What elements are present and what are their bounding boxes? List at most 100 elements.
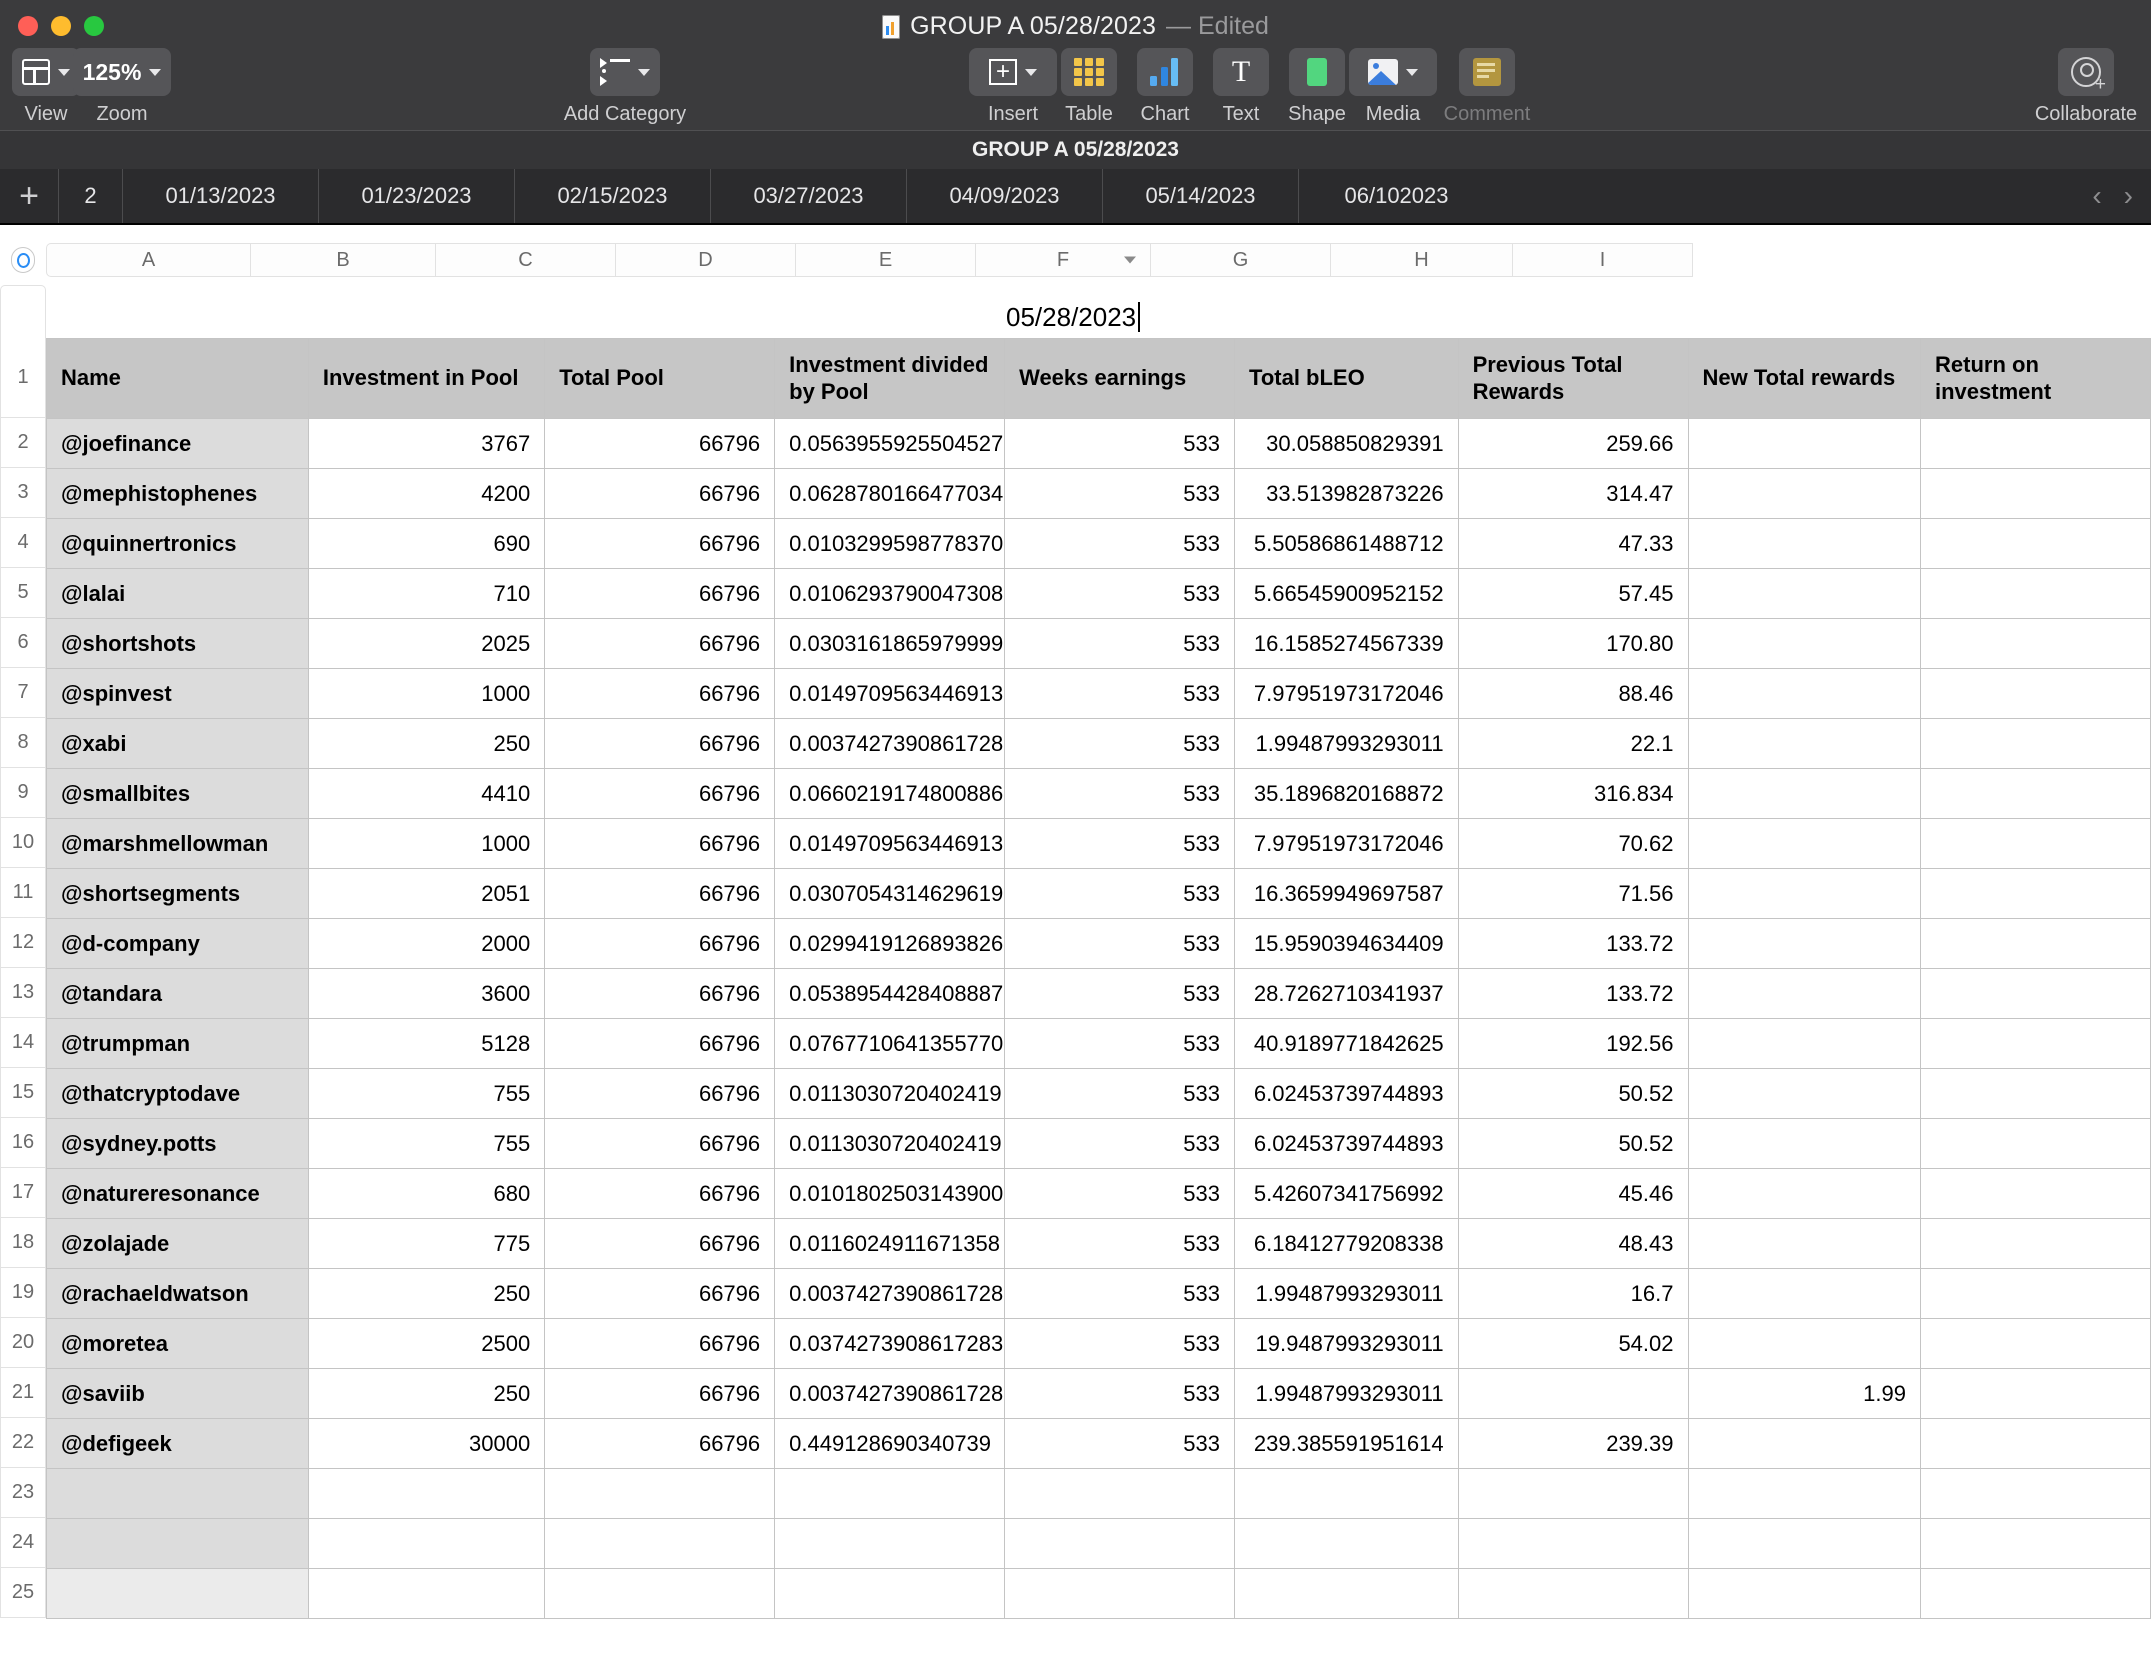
cell-weeks[interactable]: 533 — [1004, 518, 1236, 569]
row-header-10[interactable]: 10 — [0, 818, 46, 868]
cell-new[interactable] — [1687, 1468, 1921, 1519]
cell-pool[interactable]: 66796 — [544, 1368, 776, 1419]
cell-name[interactable]: @natureresonance — [46, 1168, 309, 1219]
cell-divided[interactable]: 0.0106293790047308 — [774, 568, 1006, 619]
cell-divided[interactable]: 0.0299419126893826 — [774, 918, 1006, 969]
cell-investment[interactable]: 755 — [307, 1118, 546, 1169]
row-header-9[interactable]: 9 — [0, 768, 46, 818]
row-header-3[interactable]: 3 — [0, 468, 46, 518]
cell-prev[interactable]: 71.56 — [1457, 868, 1689, 919]
cell-name[interactable]: @shortshots — [46, 618, 309, 669]
cell-name[interactable]: @saviib — [46, 1368, 309, 1419]
cell-investment[interactable]: 250 — [307, 1368, 546, 1419]
cell-bleo[interactable]: 15.9590394634409 — [1234, 918, 1459, 969]
sheet-tab-0[interactable]: 2 — [58, 169, 122, 223]
cell-bleo[interactable] — [1234, 1518, 1459, 1569]
cell-new[interactable] — [1687, 468, 1921, 519]
row-header-7[interactable]: 7 — [0, 668, 46, 718]
cell-prev[interactable] — [1457, 1568, 1689, 1619]
cell-name[interactable] — [46, 1518, 309, 1569]
cell-pool[interactable]: 66796 — [544, 1418, 776, 1469]
cell-investment[interactable] — [307, 1568, 546, 1619]
cell-divided[interactable]: 0.0113030720402419 — [774, 1118, 1006, 1169]
media-button[interactable]: Media — [1349, 48, 1437, 126]
cell-divided[interactable]: 0.0037427390861728 — [774, 718, 1006, 769]
row-header-23[interactable]: 23 — [0, 1468, 46, 1518]
row-header-13[interactable]: 13 — [0, 968, 46, 1018]
sheet-date-title-cell[interactable]: 05/28/2023 — [46, 295, 2151, 339]
cell-prev[interactable]: 259.66 — [1457, 418, 1689, 469]
cell-pool[interactable] — [544, 1468, 776, 1519]
cell-divided[interactable]: 0.0660219174800886 — [774, 768, 1006, 819]
cell-divided[interactable]: 0.0103299598778370 — [774, 518, 1006, 569]
cell-pool[interactable]: 66796 — [544, 418, 776, 469]
cell-pool[interactable]: 66796 — [544, 868, 776, 919]
cell-pool[interactable]: 66796 — [544, 1018, 776, 1069]
insert-button[interactable]: Insert — [969, 48, 1057, 126]
cell-prev[interactable]: 22.1 — [1457, 718, 1689, 769]
cell-bleo[interactable]: 35.1896820168872 — [1234, 768, 1459, 819]
table-select-handle[interactable] — [0, 243, 46, 277]
cell-prev[interactable] — [1457, 1368, 1689, 1419]
shape-button[interactable]: Shape — [1279, 48, 1355, 126]
cell-name[interactable]: @thatcryptodave — [46, 1068, 309, 1119]
cell-prev[interactable] — [1457, 1518, 1689, 1569]
table-button[interactable]: Table — [1051, 48, 1127, 126]
cell-roi[interactable] — [1920, 568, 2151, 619]
cell-divided[interactable] — [774, 1518, 1006, 1569]
cell-prev[interactable]: 133.72 — [1457, 918, 1689, 969]
cell-roi[interactable] — [1920, 768, 2151, 819]
row-header-14[interactable]: 14 — [0, 1018, 46, 1068]
cell-weeks[interactable]: 533 — [1004, 768, 1236, 819]
cell-bleo[interactable]: 7.97951973172046 — [1234, 668, 1459, 719]
row-header-15[interactable]: 15 — [0, 1068, 46, 1118]
cell-investment[interactable]: 4410 — [307, 768, 546, 819]
cell-new[interactable] — [1687, 1268, 1921, 1319]
table-column-header-4[interactable]: Weeks earnings — [1004, 338, 1236, 419]
cell-prev[interactable]: 316.834 — [1457, 768, 1689, 819]
cell-name[interactable]: @defigeek — [46, 1418, 309, 1469]
cell-name[interactable]: @marshmellowman — [46, 818, 309, 869]
cell-new[interactable] — [1687, 1018, 1921, 1069]
table-column-header-0[interactable]: Name — [46, 338, 309, 419]
cell-bleo[interactable]: 6.02453739744893 — [1234, 1118, 1459, 1169]
cell-investment[interactable]: 2500 — [307, 1318, 546, 1369]
cell-name[interactable]: @trumpman — [46, 1018, 309, 1069]
cell-divided[interactable]: 0.0037427390861728 — [774, 1368, 1006, 1419]
zoom-button[interactable]: 125% Zoom — [72, 48, 172, 126]
cell-name[interactable]: @smallbites — [46, 768, 309, 819]
cell-divided[interactable] — [774, 1468, 1006, 1519]
cell-roi[interactable] — [1920, 818, 2151, 869]
cell-name[interactable] — [46, 1568, 309, 1619]
cell-investment[interactable]: 2025 — [307, 618, 546, 669]
cell-bleo[interactable]: 28.7262710341937 — [1234, 968, 1459, 1019]
cell-roi[interactable] — [1920, 718, 2151, 769]
cell-roi[interactable] — [1920, 1518, 2151, 1569]
cell-divided[interactable] — [774, 1568, 1006, 1619]
row-header-6[interactable]: 6 — [0, 618, 46, 668]
cell-pool[interactable]: 66796 — [544, 968, 776, 1019]
cell-pool[interactable]: 66796 — [544, 1268, 776, 1319]
cell-roi[interactable] — [1920, 518, 2151, 569]
cell-weeks[interactable]: 533 — [1004, 868, 1236, 919]
cell-new[interactable] — [1687, 868, 1921, 919]
cell-roi[interactable] — [1920, 418, 2151, 469]
cell-prev[interactable]: 48.43 — [1457, 1218, 1689, 1269]
table-column-header-2[interactable]: Total Pool — [544, 338, 776, 419]
cell-name[interactable]: @tandara — [46, 968, 309, 1019]
cell-investment[interactable]: 30000 — [307, 1418, 546, 1469]
cell-roi[interactable] — [1920, 1418, 2151, 1469]
chart-button[interactable]: Chart — [1127, 48, 1203, 126]
cell-divided[interactable]: 0.0307054314629619 — [774, 868, 1006, 919]
cell-bleo[interactable]: 6.02453739744893 — [1234, 1068, 1459, 1119]
cell-weeks[interactable]: 533 — [1004, 618, 1236, 669]
cell-weeks[interactable]: 533 — [1004, 718, 1236, 769]
cell-name[interactable]: @shortsegments — [46, 868, 309, 919]
cell-investment[interactable] — [307, 1518, 546, 1569]
prev-sheet-arrow-icon[interactable]: ‹ — [2092, 180, 2101, 212]
cell-prev[interactable]: 57.45 — [1457, 568, 1689, 619]
cell-divided[interactable]: 0.0101802503143900 — [774, 1168, 1006, 1219]
cell-weeks[interactable]: 533 — [1004, 1168, 1236, 1219]
cell-new[interactable]: 1.99 — [1687, 1368, 1921, 1419]
cell-investment[interactable]: 5128 — [307, 1018, 546, 1069]
